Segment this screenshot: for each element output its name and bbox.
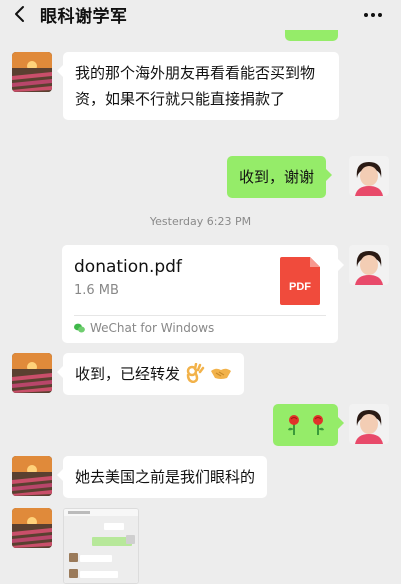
previous-message-bubble[interactable]	[285, 30, 338, 41]
message-bubble[interactable]	[273, 404, 344, 446]
chat-header: 眼科谢学军	[0, 0, 401, 30]
user-avatar[interactable]	[349, 404, 389, 444]
rose-emoji	[313, 415, 324, 435]
timestamp: Yesterday 6:23 PM	[149, 215, 252, 228]
ok-hand-emoji	[186, 362, 205, 384]
rose-emoji	[288, 415, 299, 435]
contact-avatar[interactable]	[12, 456, 52, 496]
divider	[74, 315, 326, 316]
file-name: donation.pdf	[74, 257, 182, 277]
handshake-emoji	[210, 368, 231, 379]
user-avatar[interactable]	[349, 245, 389, 285]
pdf-label: PDF	[289, 281, 311, 293]
user-avatar[interactable]	[349, 156, 389, 196]
message-bubble[interactable]: 我的那个海外朋友再看看能否买到物资，如果不行就只能直接捐款了	[57, 52, 339, 120]
file-attachment-card[interactable]: donation.pdf 1.6 MB PDF WeChat for Windo…	[62, 245, 344, 343]
message-text: 收到，已经转发	[75, 365, 181, 383]
message-text: 收到，谢谢	[239, 168, 315, 186]
chat-title: 眼科谢学军	[40, 7, 128, 27]
message-bubble[interactable]: 收到，已经转发	[57, 353, 244, 395]
file-source: WeChat for Windows	[74, 321, 214, 335]
wechat-icon	[74, 323, 85, 333]
file-source-text: WeChat for Windows	[90, 321, 215, 335]
file-size: 1.6 MB	[74, 283, 119, 298]
chevron-left-icon[interactable]	[12, 5, 28, 23]
contact-avatar[interactable]	[12, 508, 52, 548]
contact-avatar[interactable]	[12, 353, 52, 393]
image-thumbnail[interactable]	[63, 508, 139, 584]
message-text: 她去美国之前是我们眼科的	[75, 468, 256, 486]
message-bubble[interactable]: 她去美国之前是我们眼科的	[56, 456, 268, 498]
pdf-file-icon: PDF	[280, 257, 320, 305]
contact-avatar[interactable]	[12, 52, 52, 92]
more-dots-icon[interactable]	[363, 12, 383, 18]
message-bubble[interactable]: 收到，谢谢	[227, 156, 333, 198]
message-text: 我的那个海外朋友再看看能否买到物资，如果不行就只能直接捐款了	[75, 64, 316, 108]
